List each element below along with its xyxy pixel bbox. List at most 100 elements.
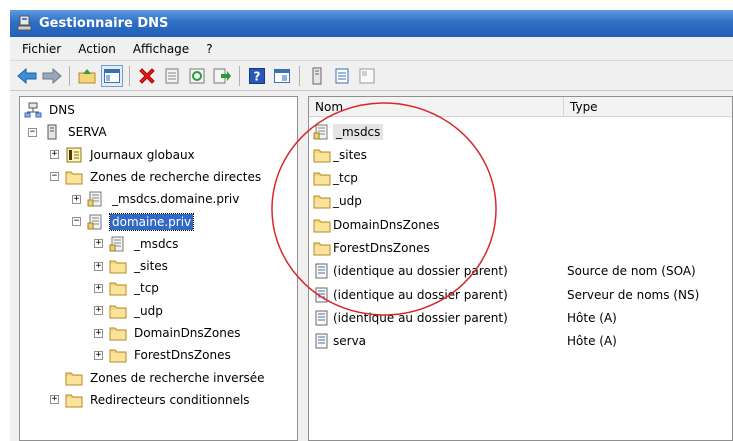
tree-item[interactable]: − SERVA <box>28 121 109 143</box>
folder-icon <box>109 325 127 341</box>
expand-icon[interactable]: + <box>72 194 81 204</box>
svg-text:?: ? <box>254 69 261 83</box>
list-row[interactable]: _msdcs <box>309 120 732 143</box>
tree-item[interactable]: + Redirecteurs conditionnels <box>50 389 252 411</box>
list-item-type: Source de nom (SOA) <box>567 264 696 279</box>
expand-icon[interactable]: + <box>94 328 103 338</box>
tree-item-label: Redirecteurs conditionnels <box>90 392 250 407</box>
tree-item[interactable]: + _udp <box>94 300 165 322</box>
list-row[interactable]: _sites <box>309 143 732 166</box>
tree-item[interactable]: + _tcp <box>94 277 161 299</box>
list-item-type: Hôte (A) <box>567 310 617 325</box>
collapse-icon[interactable]: − <box>72 217 81 226</box>
tree-item-label: Journaux globaux <box>90 147 195 162</box>
dns-app-icon <box>16 15 33 32</box>
help-icon[interactable]: ? <box>246 65 268 87</box>
tree-item-label: _msdcs <box>134 236 179 251</box>
menu-help[interactable]: ? <box>206 42 212 56</box>
list-item-name: (identique au dossier parent) <box>333 264 508 279</box>
list-row[interactable]: DomainDnsZones <box>309 213 732 236</box>
console-icon[interactable] <box>271 65 293 87</box>
list-item-name: _udp <box>333 194 362 209</box>
tree-item-label: _udp <box>134 303 163 318</box>
tree-item[interactable]: + DomainDnsZones <box>94 322 242 344</box>
log-icon <box>65 147 83 163</box>
collapse-icon[interactable]: − <box>50 172 59 182</box>
tree-item[interactable]: + Journaux globaux <box>50 144 197 166</box>
folder-icon <box>65 392 83 408</box>
menu-action[interactable]: Action <box>78 42 116 56</box>
show-hide-tree-icon[interactable] <box>101 64 123 87</box>
folder-icon <box>65 370 83 386</box>
expand-icon[interactable]: + <box>50 395 59 405</box>
expand-icon[interactable]: + <box>94 261 103 271</box>
collapse-icon[interactable]: − <box>28 127 37 137</box>
list-icon[interactable] <box>331 65 353 87</box>
export-list-icon[interactable] <box>211 65 233 87</box>
tree-item-label: _msdcs.domaine.priv <box>112 192 240 207</box>
tree-item[interactable]: + _msdcs <box>94 233 180 255</box>
list-row[interactable]: _udp <box>309 190 732 213</box>
menu-fichier[interactable]: Fichier <box>22 42 61 56</box>
tree-item[interactable]: + _sites <box>94 255 170 277</box>
back-arrow-icon[interactable] <box>16 65 38 87</box>
properties-icon[interactable] <box>161 65 183 87</box>
dns-icon <box>24 102 42 118</box>
record-icon <box>313 287 331 303</box>
results-list[interactable]: Nom Type _msdcs _sites _tcp _udp DomainDnsZo… <box>308 96 733 441</box>
document-icon[interactable] <box>356 65 378 87</box>
folder-icon <box>313 170 331 186</box>
record-icon <box>313 333 331 349</box>
folder-icon <box>109 303 127 319</box>
folder-icon <box>65 169 83 185</box>
list-item-name: _sites <box>333 147 367 162</box>
list-cell-name: ForestDnsZones <box>309 240 564 256</box>
tree-item-label: Zones de recherche directes <box>90 169 262 184</box>
list-header: Nom Type <box>309 97 732 117</box>
toolbar-separator <box>239 65 240 86</box>
expand-icon[interactable]: + <box>94 306 103 316</box>
list-cell-name: DomainDnsZones <box>309 217 564 233</box>
list-row[interactable]: serva Hôte (A) <box>309 330 732 353</box>
zone-icon <box>87 214 105 230</box>
delete-icon[interactable] <box>136 65 158 87</box>
tree-item-label: _sites <box>134 259 168 274</box>
list-cell-name: serva <box>309 333 564 349</box>
refresh-icon[interactable] <box>186 65 208 87</box>
expand-icon[interactable]: + <box>94 350 103 360</box>
list-cell-name: _msdcs <box>309 123 564 140</box>
tree-item[interactable]: + ForestDnsZones <box>94 344 233 366</box>
list-item-name: serva <box>333 334 367 349</box>
tree-item[interactable]: − Zones de recherche directes <box>50 166 263 188</box>
tree-item[interactable]: Zones de recherche inversée <box>50 367 267 389</box>
tree-item[interactable]: + _msdcs.domaine.priv <box>72 188 241 210</box>
folder-icon <box>109 258 127 274</box>
server-icon[interactable] <box>306 65 328 87</box>
expand-icon[interactable]: + <box>94 283 103 293</box>
tree-item-label: DomainDnsZones <box>134 326 241 340</box>
zone-icon <box>313 124 331 140</box>
expand-icon[interactable]: + <box>50 150 59 160</box>
zone-icon <box>109 236 127 252</box>
column-header-nom[interactable]: Nom <box>309 97 564 117</box>
tree-item[interactable]: − domaine.priv <box>72 211 195 233</box>
folder-icon <box>313 240 331 256</box>
list-row[interactable]: (identique au dossier parent) Source de n… <box>309 260 732 283</box>
expand-icon[interactable]: + <box>94 239 103 249</box>
list-row[interactable]: _tcp <box>309 167 732 190</box>
forward-arrow-icon[interactable] <box>41 65 63 87</box>
list-row[interactable]: (identique au dossier parent) Serveur de … <box>309 283 732 306</box>
menu-affichage[interactable]: Affichage <box>133 42 189 56</box>
folder-icon <box>313 147 331 163</box>
menu-bar: Fichier Action Affichage ? <box>10 37 733 61</box>
list-cell-name: _udp <box>309 193 564 209</box>
folder-icon <box>313 217 331 233</box>
list-item-name: _msdcs <box>333 123 384 140</box>
column-header-type[interactable]: Type <box>564 97 732 117</box>
window-title: Gestionnaire DNS <box>39 16 169 31</box>
list-row[interactable]: ForestDnsZones <box>309 237 732 260</box>
up-folder-icon[interactable] <box>76 65 98 87</box>
list-row[interactable]: (identique au dossier parent) Hôte (A) <box>309 306 732 329</box>
tree-item[interactable]: DNS <box>24 99 77 121</box>
console-tree[interactable]: DNS − SERVA + Journaux globaux − Zones de rech… <box>19 96 298 441</box>
